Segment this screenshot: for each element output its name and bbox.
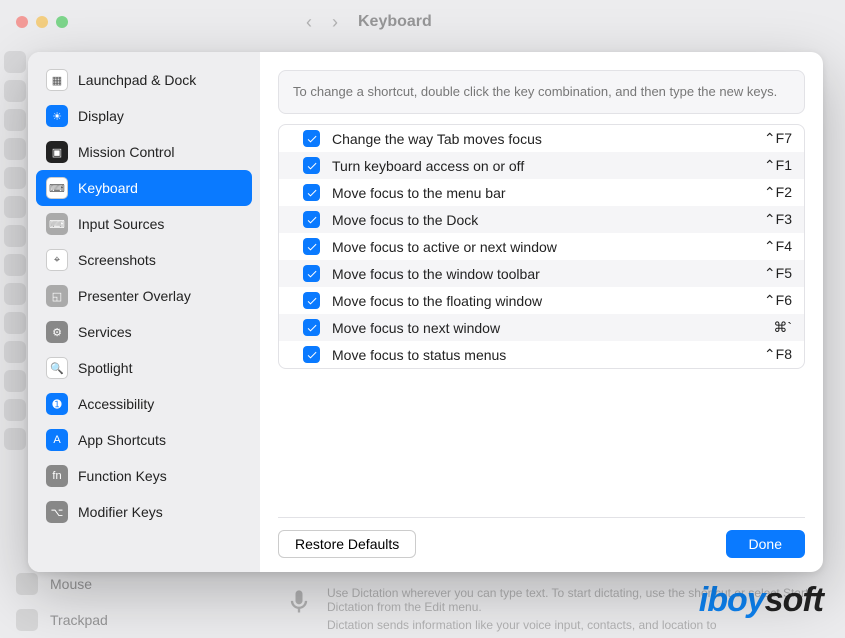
sidebar-item-input-sources[interactable]: ⌨ Input Sources — [36, 206, 252, 242]
list-item: Trackpad — [50, 612, 108, 628]
shortcut-row[interactable]: Change the way Tab moves focus ⌃F7 — [279, 125, 804, 152]
sidebar-item-label: Modifier Keys — [78, 504, 163, 520]
close-icon — [16, 16, 28, 28]
spotlight-icon: 🔍 — [46, 357, 68, 379]
sheet-sidebar: ▦ Launchpad & Dock ☀ Display ▣ Mission Contro… — [28, 52, 260, 572]
sidebar-item-modifier-keys[interactable]: ⌥ Modifier Keys — [36, 494, 252, 530]
shortcut-label: Move focus to the floating window — [332, 293, 752, 309]
minimize-icon — [36, 16, 48, 28]
sidebar-item-label: Input Sources — [78, 216, 164, 232]
microphone-icon — [285, 588, 313, 616]
checkbox[interactable] — [303, 319, 320, 336]
done-button[interactable]: Done — [726, 530, 805, 558]
background-titlebar: ‹ › Keyboard — [0, 0, 845, 44]
sidebar-item-label: Services — [78, 324, 132, 340]
display-icon: ☀ — [46, 105, 68, 127]
shortcut-label: Move focus to the Dock — [332, 212, 752, 228]
sidebar-item-label: Function Keys — [78, 468, 167, 484]
sidebar-item-screenshots[interactable]: ⌖ Screenshots — [36, 242, 252, 278]
forward-icon: › — [332, 12, 338, 33]
shortcut-row[interactable]: Move focus to active or next window ⌃F4 — [279, 233, 804, 260]
shortcuts-sheet: ▦ Launchpad & Dock ☀ Display ▣ Mission Contro… — [28, 52, 823, 572]
input-sources-icon: ⌨ — [46, 213, 68, 235]
page-title: Keyboard — [358, 13, 432, 31]
shortcut-list: Change the way Tab moves focus ⌃F7 Turn ke… — [278, 124, 805, 369]
checkbox[interactable] — [303, 346, 320, 363]
shortcut-key[interactable]: ⌃F6 — [764, 292, 792, 309]
sidebar-item-label: Presenter Overlay — [78, 288, 191, 304]
checkbox[interactable] — [303, 211, 320, 228]
checkbox[interactable] — [303, 238, 320, 255]
shortcut-row[interactable]: Move focus to the floating window ⌃F6 — [279, 287, 804, 314]
accessibility-icon: ➊ — [46, 393, 68, 415]
list-item: Mouse — [50, 576, 92, 592]
presenter-overlay-icon: ◱ — [46, 285, 68, 307]
shortcut-key[interactable]: ⌃F8 — [764, 346, 792, 363]
checkbox[interactable] — [303, 184, 320, 201]
sidebar-item-label: Mission Control — [78, 144, 174, 160]
keyboard-icon: ⌨ — [46, 177, 68, 199]
checkbox[interactable] — [303, 130, 320, 147]
sidebar-item-label: Display — [78, 108, 124, 124]
shortcut-row[interactable]: Move focus to the Dock ⌃F3 — [279, 206, 804, 233]
sidebar-item-keyboard[interactable]: ⌨ Keyboard — [36, 170, 252, 206]
launchpad-icon: ▦ — [46, 69, 68, 91]
sidebar-item-label: App Shortcuts — [78, 432, 166, 448]
shortcut-label: Move focus to status menus — [332, 347, 752, 363]
mouse-icon — [16, 573, 38, 595]
dictation-hint: Dictation sends information like your vo… — [327, 618, 835, 632]
checkbox[interactable] — [303, 157, 320, 174]
shortcut-key[interactable]: ⌃F1 — [764, 157, 792, 174]
background-sidebar — [0, 44, 30, 638]
background-bottom-list: Mouse Trackpad — [16, 566, 108, 638]
shortcut-key[interactable]: ⌘` — [773, 319, 792, 336]
back-icon: ‹ — [306, 12, 312, 33]
sheet-main: To change a shortcut, double click the k… — [260, 52, 823, 572]
shortcut-label: Change the way Tab moves focus — [332, 131, 752, 147]
sidebar-item-label: Screenshots — [78, 252, 156, 268]
modifier-keys-icon: ⌥ — [46, 501, 68, 523]
restore-defaults-button[interactable]: Restore Defaults — [278, 530, 416, 558]
checkbox[interactable] — [303, 265, 320, 282]
sidebar-item-spotlight[interactable]: 🔍 Spotlight — [36, 350, 252, 386]
shortcut-row[interactable]: Move focus to next window ⌘` — [279, 314, 804, 341]
sidebar-item-presenter-overlay[interactable]: ◱ Presenter Overlay — [36, 278, 252, 314]
mission-control-icon: ▣ — [46, 141, 68, 163]
function-keys-icon: fn — [46, 465, 68, 487]
sidebar-item-accessibility[interactable]: ➊ Accessibility — [36, 386, 252, 422]
app-shortcuts-icon: A — [46, 429, 68, 451]
sidebar-item-display[interactable]: ☀ Display — [36, 98, 252, 134]
shortcut-key[interactable]: ⌃F2 — [764, 184, 792, 201]
zoom-icon — [56, 16, 68, 28]
shortcut-label: Move focus to the window toolbar — [332, 266, 752, 282]
shortcut-key[interactable]: ⌃F5 — [764, 265, 792, 282]
sidebar-item-services[interactable]: ⚙ Services — [36, 314, 252, 350]
sidebar-item-launchpad-dock[interactable]: ▦ Launchpad & Dock — [36, 62, 252, 98]
services-icon: ⚙ — [46, 321, 68, 343]
sheet-footer: Restore Defaults Done — [278, 517, 805, 558]
sidebar-item-label: Launchpad & Dock — [78, 72, 196, 88]
sidebar-item-label: Accessibility — [78, 396, 154, 412]
trackpad-icon — [16, 609, 38, 631]
shortcut-label: Move focus to active or next window — [332, 239, 752, 255]
sidebar-item-function-keys[interactable]: fn Function Keys — [36, 458, 252, 494]
screenshots-icon: ⌖ — [46, 249, 68, 271]
sidebar-item-label: Keyboard — [78, 180, 138, 196]
shortcut-row[interactable]: Turn keyboard access on or off ⌃F1 — [279, 152, 804, 179]
shortcut-key[interactable]: ⌃F4 — [764, 238, 792, 255]
sidebar-item-app-shortcuts[interactable]: A App Shortcuts — [36, 422, 252, 458]
watermark: iBoysoft — [699, 581, 823, 620]
shortcut-label: Move focus to the menu bar — [332, 185, 752, 201]
shortcut-row[interactable]: Move focus to status menus ⌃F8 — [279, 341, 804, 368]
sidebar-item-label: Spotlight — [78, 360, 132, 376]
shortcut-row[interactable]: Move focus to the window toolbar ⌃F5 — [279, 260, 804, 287]
hint-box: To change a shortcut, double click the k… — [278, 70, 805, 114]
checkbox[interactable] — [303, 292, 320, 309]
shortcut-row[interactable]: Move focus to the menu bar ⌃F2 — [279, 179, 804, 206]
shortcut-label: Turn keyboard access on or off — [332, 158, 752, 174]
shortcut-label: Move focus to next window — [332, 320, 761, 336]
shortcut-key[interactable]: ⌃F7 — [764, 130, 792, 147]
shortcut-key[interactable]: ⌃F3 — [764, 211, 792, 228]
sidebar-item-mission-control[interactable]: ▣ Mission Control — [36, 134, 252, 170]
